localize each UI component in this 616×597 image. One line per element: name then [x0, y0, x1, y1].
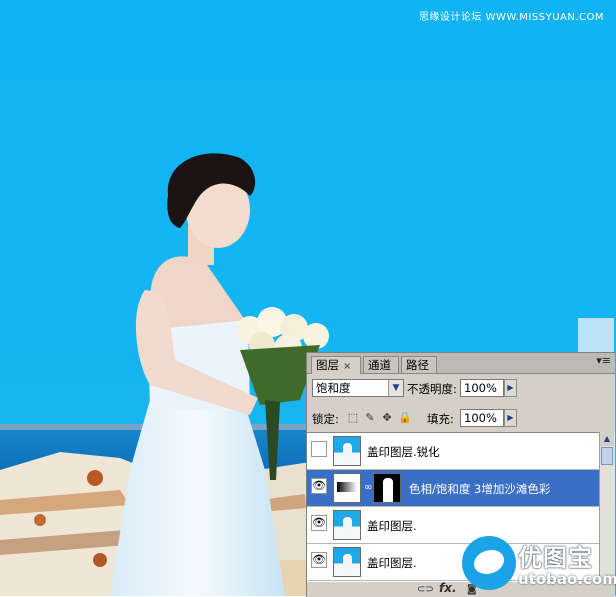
lock-transparent-icon[interactable]: ⬚	[347, 412, 359, 424]
link-layers-icon[interactable]: ⊂⊃	[417, 584, 434, 595]
tab-paths[interactable]: 路径	[401, 356, 437, 373]
blend-mode-value: 饱和度	[316, 381, 351, 395]
layer-name: 盖印图层.锐化	[367, 445, 440, 459]
tab-layers[interactable]: 图层 ×	[311, 356, 361, 374]
layer-thumbnail	[333, 436, 361, 466]
panel-tabbar: 图层 × 通道 路径 ▾≡	[307, 353, 615, 374]
layer-thumbnail	[333, 547, 361, 577]
chevron-down-icon[interactable]: ▼	[388, 380, 403, 396]
adjustment-thumbnail	[333, 473, 361, 503]
close-icon[interactable]: ×	[343, 361, 351, 372]
eye-icon[interactable]: 👁	[311, 515, 327, 531]
layer-name: 盖印图层.	[367, 519, 417, 533]
mask-thumbnail	[373, 473, 401, 503]
layer-name: 盖印图层.	[367, 556, 417, 570]
lock-label: 锁定:	[312, 412, 339, 426]
bird-logo-icon	[462, 536, 516, 590]
panel-menu-icon[interactable]: ▾≡	[596, 354, 611, 367]
fill-label: 填充:	[427, 412, 454, 426]
opacity-label: 不透明度:	[407, 382, 457, 396]
fill-arrow-icon[interactable]: ▶	[504, 409, 517, 427]
layer-thumbnail	[333, 510, 361, 540]
eye-icon[interactable]: 👁	[311, 478, 327, 494]
visibility-toggle-off[interactable]	[311, 441, 327, 457]
link-icon: ∞	[364, 482, 373, 493]
layer-name: 色相/饱和度 3增加沙滩色彩	[409, 482, 551, 496]
opacity-arrow-icon[interactable]: ▶	[504, 379, 517, 397]
utobao-logo: 优图宝 utobao.com	[462, 536, 616, 594]
tab-layers-label: 图层	[316, 358, 339, 372]
logo-text-en: utobao.com	[518, 570, 616, 588]
blend-mode-select[interactable]: 饱和度 ▼	[312, 379, 404, 397]
lock-all-icon[interactable]: 🔒	[398, 412, 412, 424]
opacity-input[interactable]: 100%	[460, 379, 504, 397]
lock-brush-icon[interactable]: ✎	[364, 412, 376, 424]
scrollbar-thumb[interactable]	[601, 447, 613, 465]
lock-move-icon[interactable]: ✥	[381, 412, 393, 424]
fill-input[interactable]: 100%	[460, 409, 504, 427]
logo-text-cn: 优图宝	[518, 544, 593, 572]
tab-channels-label: 通道	[368, 358, 391, 372]
tab-channels[interactable]: 通道	[363, 356, 399, 373]
fx-button[interactable]: fx.	[439, 581, 457, 595]
tab-paths-label: 路径	[406, 358, 429, 372]
watermark-top: 思缘设计论坛 WWW.MISSYUAN.COM	[418, 12, 604, 23]
eye-icon[interactable]: 👁	[311, 552, 327, 568]
scroll-up-icon[interactable]: ▲	[600, 432, 614, 446]
layer-row[interactable]: 盖印图层.锐化	[307, 433, 599, 470]
layer-row-selected[interactable]: 👁 ∞ 色相/饱和度 3增加沙滩色彩	[307, 470, 599, 507]
